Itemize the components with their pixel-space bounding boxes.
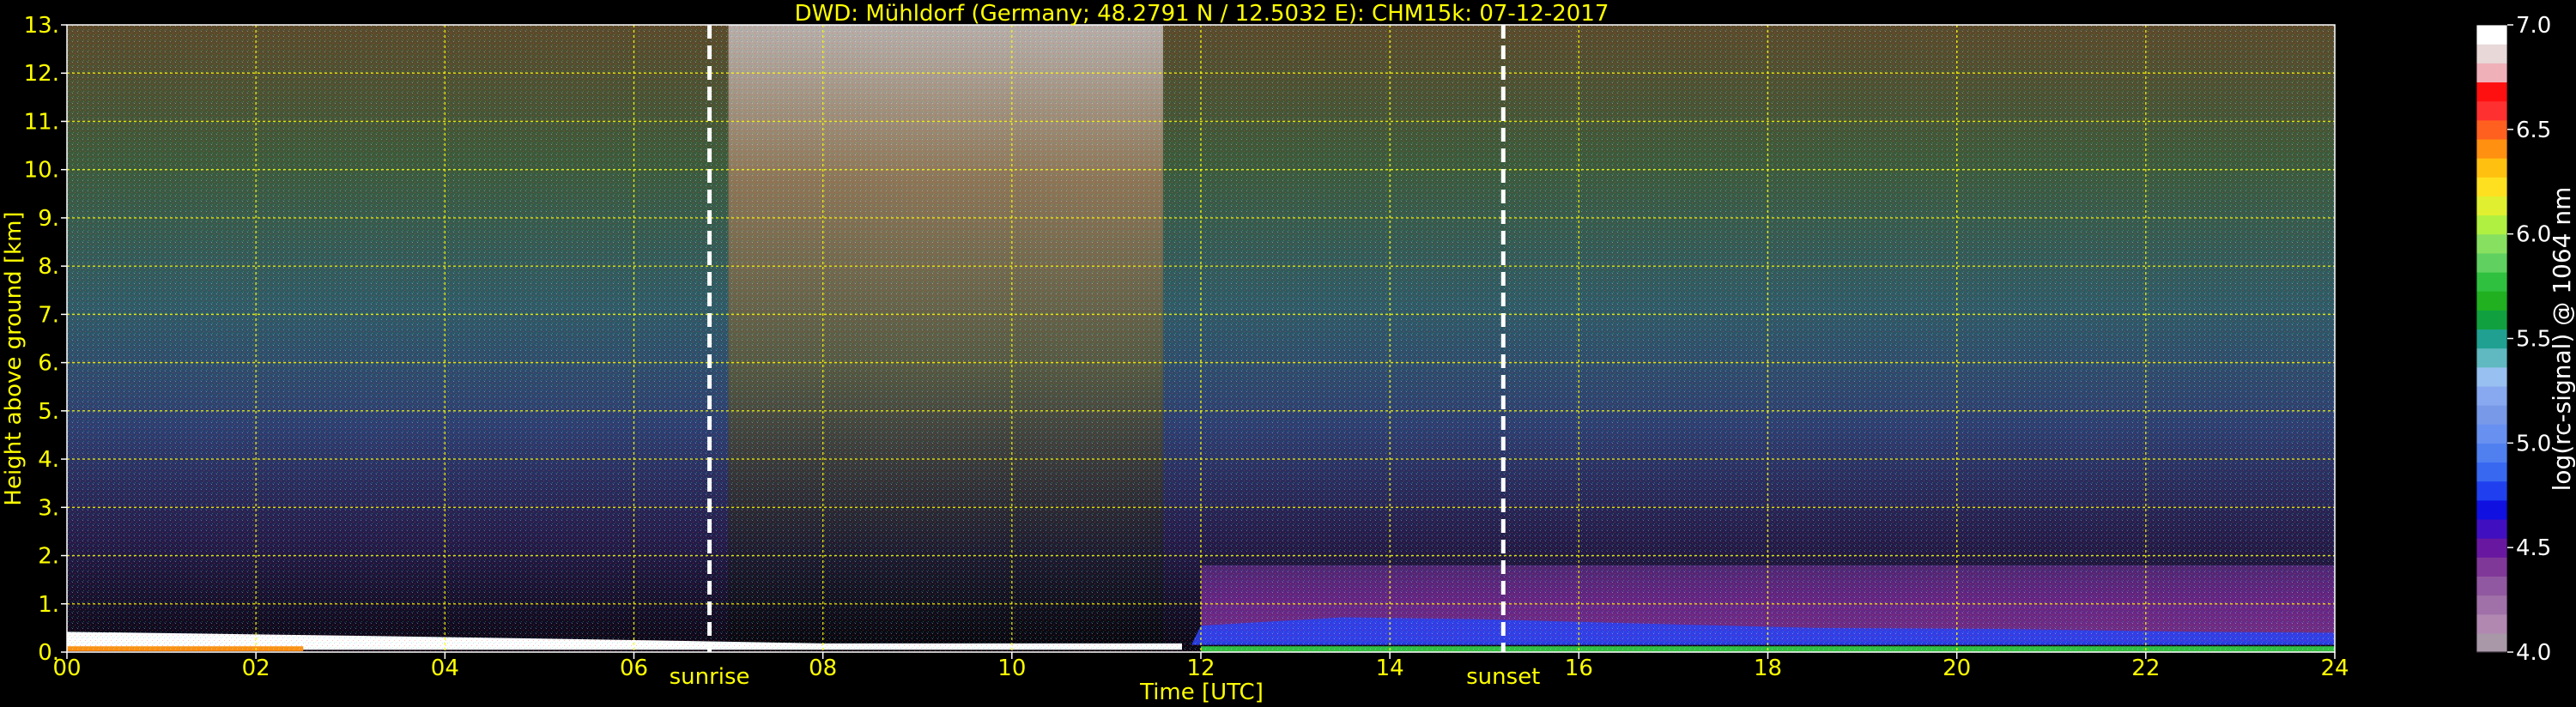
- y-tick-label: 4.: [38, 447, 59, 473]
- y-axis-label: Height above ground [km]: [1, 211, 27, 505]
- y-tick-label: 9.: [38, 206, 59, 232]
- colorbar-segment: [2476, 291, 2507, 311]
- colorbar-segment: [2476, 100, 2507, 121]
- colorbar-segment: [2476, 119, 2507, 140]
- chart-title: DWD: Mühldorf (Germany; 48.2791 N / 12.5…: [795, 1, 1609, 27]
- colorbar-segment: [2476, 366, 2507, 387]
- x-tick-label: 24: [2320, 656, 2349, 681]
- colorbar-segment: [2476, 158, 2507, 178]
- y-tick-label: 5.: [38, 399, 59, 425]
- colorbar-segment: [2476, 462, 2507, 482]
- colorbar-tick-label: 7.0: [2516, 13, 2551, 39]
- colorbar-segment: [2476, 196, 2507, 216]
- y-tick-label: 11.: [24, 109, 59, 135]
- colorbar-segment: [2476, 25, 2507, 45]
- colorbar-segment: [2476, 499, 2507, 520]
- y-tick-label: 13.: [24, 13, 59, 39]
- colorbar-segment: [2476, 310, 2507, 330]
- colorbar-segment: [2476, 538, 2507, 558]
- colorbar-tick-label: 4.5: [2516, 535, 2551, 561]
- y-tick-label: 8.: [38, 254, 59, 280]
- colorbar-segment: [2476, 424, 2507, 444]
- x-tick-label: 16: [1565, 656, 1593, 681]
- colorbar-segment: [2476, 518, 2507, 539]
- x-tick-label: 18: [1754, 656, 1782, 681]
- colorbar-tick-label: 5.5: [2516, 327, 2551, 353]
- colorbar-segment: [2476, 405, 2507, 425]
- colorbar-segment: [2476, 576, 2507, 596]
- x-axis-label: Time [UTC]: [1139, 680, 1264, 705]
- colorbar-segment: [2476, 443, 2507, 463]
- ceilometer-chart: sunrise sunset00 02 04 06 08 10 12 14 16 18 20 22 240…: [1, 1, 2576, 705]
- y-tick-label: 7.: [38, 302, 59, 328]
- y-tick-label: 3.: [38, 495, 59, 521]
- x-tick-label: 04: [431, 656, 459, 681]
- sunset-label: sunset: [1466, 664, 1540, 690]
- colorbar-segment: [2476, 233, 2507, 254]
- colorbar-segment: [2476, 215, 2507, 235]
- colorbar-segment: [2476, 613, 2507, 634]
- x-tick-label: 14: [1376, 656, 1404, 681]
- y-tick-label: 12.: [24, 61, 59, 87]
- colorbar-tick-label: 5.0: [2516, 431, 2551, 456]
- colorbar-segment: [2476, 595, 2507, 615]
- y-tick-label: 6.: [38, 351, 59, 377]
- colorbar-segment: [2476, 138, 2507, 159]
- x-tick-label: 02: [242, 656, 270, 681]
- x-tick-label: 08: [809, 656, 837, 681]
- colorbar-segment: [2476, 632, 2507, 653]
- colorbar-label: log(rc-signal) @ 1064 nm: [2548, 187, 2576, 492]
- colorbar-segment: [2476, 557, 2507, 577]
- colorbar-segment: [2476, 252, 2507, 273]
- colorbar-segment: [2476, 82, 2507, 102]
- x-tick-label: 22: [2131, 656, 2160, 681]
- colorbar-segment: [2476, 63, 2507, 83]
- colorbar-tick-label: 6.0: [2516, 222, 2551, 248]
- y-tick-label: 1.: [38, 592, 59, 618]
- y-tick-label: 0.: [38, 640, 59, 666]
- colorbar-segment: [2476, 480, 2507, 501]
- colorbar: 4.0 4.5 5.0 5.5 6.0 6.5 7.0: [2476, 13, 2551, 666]
- y-tick-label: 2.: [38, 544, 59, 570]
- colorbar-segment: [2476, 329, 2507, 349]
- colorbar-segment: [2476, 271, 2507, 292]
- x-tick-label: 12: [1186, 656, 1215, 681]
- colorbar-tick-label: 6.5: [2516, 118, 2551, 143]
- colorbar-tick-label: 4.0: [2516, 640, 2551, 666]
- colorbar-segment: [2476, 347, 2507, 368]
- x-tick-label: 10: [997, 656, 1026, 681]
- x-tick-label: 20: [1943, 656, 1971, 681]
- colorbar-segment: [2476, 177, 2507, 196]
- colorbar-segment: [2476, 385, 2507, 406]
- x-tick-label: 06: [620, 656, 648, 681]
- colorbar-segment: [2476, 44, 2507, 63]
- y-tick-label: 10.: [24, 158, 59, 184]
- sunrise-label: sunrise: [670, 664, 750, 690]
